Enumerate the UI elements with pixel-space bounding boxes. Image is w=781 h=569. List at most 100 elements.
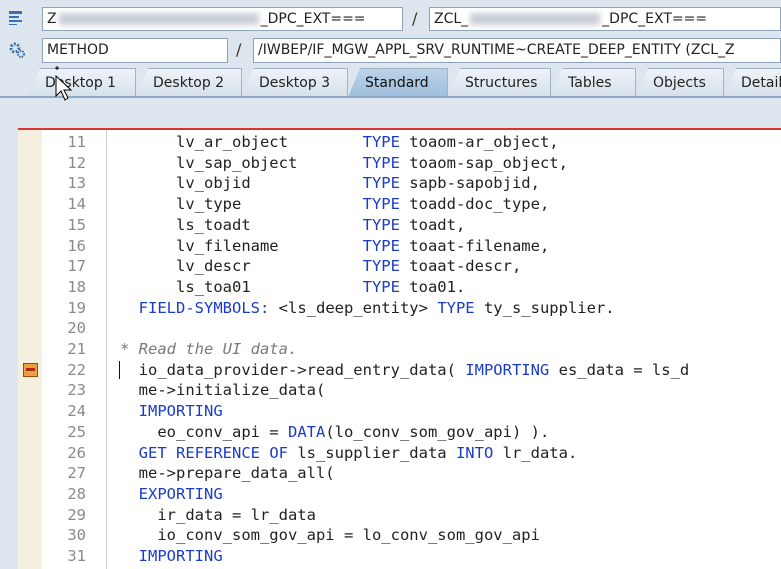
class-name-field[interactable]: Z _DPC_EXT=== [42, 7, 403, 31]
code-text: FIELD-SYMBOLS: <ls_deep_entity> TYPE ty_… [120, 298, 615, 319]
method-name-field[interactable]: /IWBEP/IF_MGW_APPL_SRV_RUNTIME~CREATE_DE… [253, 38, 781, 63]
line-number: 15 [67, 215, 86, 234]
code-token: io_data_provider->read_entry_data( [120, 360, 466, 379]
code-line[interactable]: 26 GET REFERENCE OF ls_supplier_data INT… [18, 443, 781, 464]
code-token: me->prepare_data_all( [120, 464, 335, 483]
tab-standard[interactable]: Standard [348, 68, 448, 97]
code-line[interactable]: 27 me->prepare_data_all( [18, 463, 781, 484]
line-number: 25 [67, 422, 86, 441]
code-token: toaom-ar_object, [399, 133, 559, 151]
line-number: 21 [67, 340, 86, 358]
code-line[interactable]: 25 eo_conv_api = DATA(lo_conv_som_gov_ap… [18, 422, 781, 443]
code-line[interactable]: 30 io_conv_som_gov_api = lo_conv_som_gov… [18, 525, 781, 546]
code-token: (lo_conv_som_gov_api) ). [325, 422, 550, 441]
keyword-token: TYPE [362, 133, 400, 151]
code-token: io_conv_som_gov_api = lo_conv_som_gov_ap… [120, 526, 540, 545]
code-text: ls_toa01 TYPE toa01. [120, 277, 465, 298]
tab-desktop-2[interactable]: Desktop 2 [136, 68, 242, 97]
keyword-token: TYPE [362, 195, 400, 214]
tab-structures[interactable]: Structures [448, 68, 551, 97]
code-line[interactable]: 23 me->initialize_data( [18, 380, 781, 401]
code-line[interactable]: 15 ls_toadt TYPE toadt, [18, 215, 781, 236]
code-text: eo_conv_api = DATA(lo_conv_som_gov_api) … [120, 422, 549, 443]
line-number: 14 [67, 195, 86, 214]
path-separator: / [412, 9, 418, 28]
tab-tables[interactable]: Tables [551, 68, 636, 97]
code-line[interactable]: 11 lv_ar_object TYPE toaom-ar_object, [18, 132, 781, 153]
code-token: lv_descr [120, 257, 363, 276]
code-token: lv_type [120, 195, 363, 214]
code-text: lv_type TYPE toadd-doc_type, [120, 194, 549, 215]
keyword-token: TYPE [437, 298, 475, 317]
code-editor[interactable]: 11 lv_ar_object TYPE toaom-ar_object, 12 … [18, 128, 781, 569]
keyword-token: TYPE [362, 257, 400, 276]
code-text: GET REFERENCE OF ls_supplier_data INTO l… [120, 443, 578, 464]
comment-token: * Read the UI data. [120, 340, 298, 358]
right-class-suffix: _DPC_EXT=== [602, 11, 708, 27]
code-line[interactable]: 31 IMPORTING [18, 546, 781, 567]
code-text: lv_objid TYPE sapb-sapobjid, [120, 173, 540, 194]
code-token: es_data = ls_d [549, 360, 690, 379]
line-number: 22 [67, 360, 86, 379]
class-name-field-right[interactable]: ZCL_ _DPC_EXT=== [429, 7, 781, 31]
code-line[interactable]: 28 EXPORTING [18, 484, 781, 505]
line-number: 11 [67, 133, 86, 151]
line-number: 12 [67, 153, 86, 172]
keyword-token: IMPORTING [138, 402, 223, 421]
line-number: 30 [67, 526, 86, 545]
code-line[interactable]: 13 lv_objid TYPE sapb-sapobjid, [18, 173, 781, 194]
code-text: me->prepare_data_all( [120, 463, 335, 484]
keyword-token: TYPE [362, 277, 400, 296]
code-token: lr_data. [493, 443, 578, 462]
tab-objects[interactable]: Objects [636, 68, 724, 97]
keyword-token: EXPORTING [138, 484, 223, 503]
code-text: lv_ar_object TYPE toaom-ar_object, [120, 132, 559, 153]
line-number: 17 [67, 257, 86, 276]
keyword-token: TYPE [362, 215, 400, 234]
keyword-token: DATA [287, 422, 326, 441]
line-number: 26 [67, 443, 86, 462]
code-line[interactable]: 21 * Read the UI data. [18, 339, 781, 360]
line-number: 23 [67, 381, 86, 400]
line-number: 31 [67, 547, 86, 565]
line-number: 16 [67, 236, 86, 255]
code-text: lv_descr TYPE toaat-descr, [120, 256, 521, 277]
keyword-token: FIELD-SYMBOLS: [138, 298, 270, 317]
keyword-token: IMPORTING [138, 547, 223, 565]
tab-desktop-1[interactable]: Desktop 1 [28, 68, 136, 97]
code-line[interactable]: 17 lv_descr TYPE toaat-descr, [18, 256, 781, 277]
code-text: io_data_provider->read_entry_data( IMPOR… [120, 360, 690, 381]
code-line[interactable]: 24 IMPORTING [18, 401, 781, 422]
code-line[interactable]: 14 lv_type TYPE toadd-doc_type, [18, 194, 781, 215]
tab-strip-border [0, 96, 781, 98]
code-line[interactable]: 22 io_data_provider->read_entry_data( IM… [18, 360, 781, 381]
line-number: 13 [67, 174, 86, 193]
mouse-pointer-icon [53, 66, 75, 106]
right-class-prefix: ZCL_ [434, 11, 469, 27]
tab-desktop-3[interactable]: Desktop 3 [242, 68, 348, 97]
code-token: toaom-sap_object, [399, 153, 568, 172]
line-number: 29 [67, 505, 86, 524]
code-token: toadd-doc_type, [399, 195, 550, 214]
code-line[interactable]: 20 [18, 318, 781, 339]
code-line[interactable]: 12 lv_sap_object TYPE toaom-sap_object, [18, 153, 781, 174]
code-text: io_conv_som_gov_api = lo_conv_som_gov_ap… [120, 525, 540, 546]
code-line[interactable]: 19 FIELD-SYMBOLS: <ls_deep_entity> TYPE … [18, 298, 781, 319]
breakpoint-icon[interactable] [23, 362, 38, 377]
tab-detail[interactable]: Detail [724, 68, 781, 97]
code-line[interactable]: 29 ir_data = lr_data [18, 505, 781, 526]
code-token: lv_sap_object [120, 153, 363, 172]
gear-icon [8, 41, 26, 59]
code-token: toaat-descr, [399, 257, 522, 276]
code-token: lv_filename [120, 236, 363, 255]
code-token: lv_ar_object [120, 133, 363, 151]
code-text: ir_data = lr_data [120, 505, 316, 526]
code-line[interactable]: 18 ls_toa01 TYPE toa01. [18, 277, 781, 298]
object-type-field[interactable]: METHOD [42, 38, 228, 63]
redacted-text [470, 13, 601, 25]
code-line[interactable]: 16 lv_filename TYPE toaat-filename, [18, 236, 781, 257]
